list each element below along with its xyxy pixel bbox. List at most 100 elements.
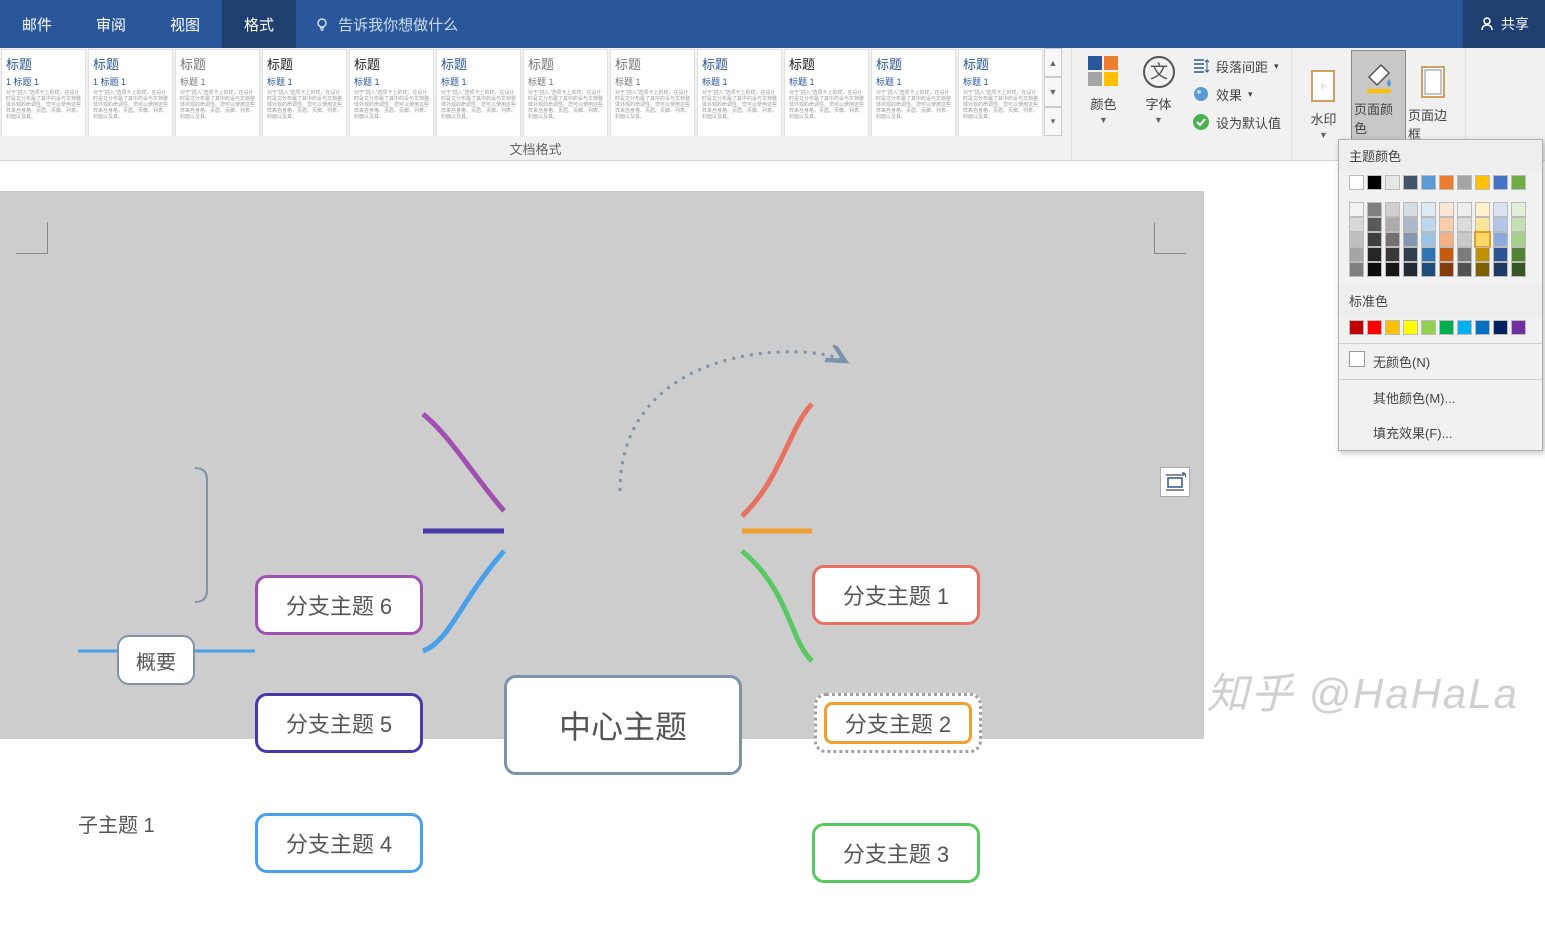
color-swatch[interactable] (1475, 202, 1490, 217)
gallery-up-icon[interactable]: ▲ (1044, 48, 1062, 77)
mindmap-branch-2[interactable]: 分支主题 2 (814, 693, 982, 753)
mindmap-center[interactable]: 中心主题 (504, 675, 742, 775)
style-thumb[interactable]: 标题标题 1对于"插入"选项卡上的样，在设计时是文分布最了其中的设与文档整体外观… (175, 49, 260, 136)
color-swatch[interactable] (1385, 262, 1400, 277)
document-canvas[interactable]: 中心主题 分支主题 1 分支主题 2 分支主题 3 分支主题 4 分支主题 5 … (0, 191, 1204, 739)
color-swatch[interactable] (1367, 247, 1382, 262)
style-thumb[interactable]: 标题1 标题 1对于"插入"选项卡上的样，在设计时是文分布最了其中的设与文档整体… (88, 49, 173, 136)
color-swatch[interactable] (1493, 232, 1508, 247)
color-swatch[interactable] (1349, 320, 1364, 335)
color-swatch[interactable] (1439, 175, 1454, 190)
color-swatch[interactable] (1385, 320, 1400, 335)
color-swatch[interactable] (1493, 320, 1508, 335)
color-swatch[interactable] (1421, 320, 1436, 335)
color-swatch[interactable] (1475, 320, 1490, 335)
color-swatch[interactable] (1403, 320, 1418, 335)
color-swatch[interactable] (1403, 232, 1418, 247)
mindmap-branch-3[interactable]: 分支主题 3 (812, 823, 980, 883)
color-swatch[interactable] (1385, 247, 1400, 262)
color-swatch[interactable] (1385, 202, 1400, 217)
color-swatch[interactable] (1457, 320, 1472, 335)
mindmap-subtopic[interactable]: 子主题 1 (78, 809, 155, 838)
color-swatch[interactable] (1403, 175, 1418, 190)
color-swatch[interactable] (1457, 247, 1472, 262)
color-swatch[interactable] (1349, 247, 1364, 262)
color-swatch[interactable] (1511, 262, 1526, 277)
color-swatch[interactable] (1421, 262, 1436, 277)
color-swatch[interactable] (1421, 217, 1436, 232)
color-swatch[interactable] (1493, 217, 1508, 232)
no-color-item[interactable]: 无颜色(N) (1339, 344, 1542, 379)
color-swatch[interactable] (1349, 262, 1364, 277)
color-swatch[interactable] (1439, 232, 1454, 247)
color-swatch[interactable] (1403, 247, 1418, 262)
color-swatch[interactable] (1493, 247, 1508, 262)
style-thumb[interactable]: 标题标题 1对于"插入"选项卡上的样，在设计时是文分布最了其中的设与文档整体外观… (349, 49, 434, 136)
color-swatch[interactable] (1475, 217, 1490, 232)
color-swatch[interactable] (1511, 202, 1526, 217)
color-swatch[interactable] (1511, 247, 1526, 262)
style-thumb[interactable]: 标题标题 1对于"插入"选项卡上的样，在设计时是文分布最了其中的设与文档整体外观… (610, 49, 695, 136)
color-swatch[interactable] (1349, 217, 1364, 232)
color-swatch[interactable] (1457, 175, 1472, 190)
color-swatch[interactable] (1367, 175, 1382, 190)
color-swatch[interactable] (1403, 202, 1418, 217)
color-swatch[interactable] (1385, 232, 1400, 247)
more-colors-item[interactable]: 其他颜色(M)... (1339, 380, 1542, 415)
color-swatch[interactable] (1457, 217, 1472, 232)
color-swatch[interactable] (1367, 262, 1382, 277)
mindmap-branch-4[interactable]: 分支主题 4 (255, 813, 423, 873)
style-gallery[interactable]: 标题1 标题 1对于"插入"选项卡上的样，在设计时是文分布最了其中的设与文档整体… (0, 48, 1071, 136)
color-swatch[interactable] (1385, 175, 1400, 190)
color-swatch[interactable] (1367, 232, 1382, 247)
color-swatch[interactable] (1493, 262, 1508, 277)
mindmap-summary[interactable]: 概要 (117, 635, 195, 685)
color-swatch[interactable] (1493, 202, 1508, 217)
layout-options-icon[interactable] (1160, 467, 1190, 497)
color-swatch[interactable] (1403, 217, 1418, 232)
gallery-more-icon[interactable]: ▾ (1044, 107, 1062, 136)
mindmap-branch-5[interactable]: 分支主题 5 (255, 693, 423, 753)
color-swatch[interactable] (1475, 262, 1490, 277)
paragraph-spacing-button[interactable]: 段落间距▾ (1186, 52, 1287, 80)
color-swatch[interactable] (1367, 320, 1382, 335)
color-swatch[interactable] (1439, 202, 1454, 217)
tab-review[interactable]: 审阅 (74, 0, 148, 48)
fonts-button[interactable]: 文 字体▼ (1131, 50, 1186, 129)
color-swatch[interactable] (1421, 175, 1436, 190)
style-thumb[interactable]: 标题标题 1对于"插入"选项卡上的样，在设计时是文分布最了其中的设与文档整体外观… (523, 49, 608, 136)
color-swatch[interactable] (1439, 217, 1454, 232)
color-swatch[interactable] (1385, 217, 1400, 232)
tab-view[interactable]: 视图 (148, 0, 222, 48)
style-thumb[interactable]: 标题标题 1对于"插入"选项卡上的样，在设计时是文分布最了其中的设与文档整体外观… (784, 49, 869, 136)
color-swatch[interactable] (1511, 232, 1526, 247)
style-thumb[interactable]: 标题标题 1对于"插入"选项卡上的样，在设计时是文分布最了其中的设与文档整体外观… (871, 49, 956, 136)
color-swatch[interactable] (1457, 232, 1472, 247)
share-button[interactable]: 共享 (1463, 0, 1545, 48)
color-swatch[interactable] (1511, 320, 1526, 335)
tab-format[interactable]: 格式 (222, 0, 296, 48)
color-swatch[interactable] (1457, 262, 1472, 277)
color-swatch[interactable] (1349, 202, 1364, 217)
color-swatch[interactable] (1421, 247, 1436, 262)
effects-button[interactable]: 效果▾ (1186, 80, 1287, 108)
style-thumb[interactable]: 标题标题 1对于"插入"选项卡上的样，在设计时是文分布最了其中的设与文档整体外观… (436, 49, 521, 136)
color-swatch[interactable] (1349, 232, 1364, 247)
set-default-button[interactable]: 设为默认值 (1186, 108, 1287, 136)
color-swatch[interactable] (1421, 232, 1436, 247)
style-thumb[interactable]: 标题标题 1对于"插入"选项卡上的样，在设计时是文分布最了其中的设与文档整体外观… (697, 49, 782, 136)
color-swatch[interactable] (1403, 262, 1418, 277)
colors-button[interactable]: 颜色▼ (1076, 50, 1131, 129)
color-swatch[interactable] (1493, 175, 1508, 190)
color-swatch[interactable] (1367, 217, 1382, 232)
mindmap-branch-1[interactable]: 分支主题 1 (812, 565, 980, 625)
gallery-down-icon[interactable]: ▼ (1044, 77, 1062, 106)
style-thumb[interactable]: 标题标题 1对于"插入"选项卡上的样，在设计时是文分布最了其中的设与文档整体外观… (262, 49, 347, 136)
color-swatch[interactable] (1439, 247, 1454, 262)
color-swatch[interactable] (1457, 202, 1472, 217)
color-swatch[interactable] (1475, 175, 1490, 190)
color-swatch[interactable] (1349, 175, 1364, 190)
color-swatch[interactable] (1421, 202, 1436, 217)
style-thumb[interactable]: 标题标题 1对于"插入"选项卡上的样，在设计时是文分布最了其中的设与文档整体外观… (958, 49, 1043, 136)
color-swatch[interactable] (1439, 262, 1454, 277)
